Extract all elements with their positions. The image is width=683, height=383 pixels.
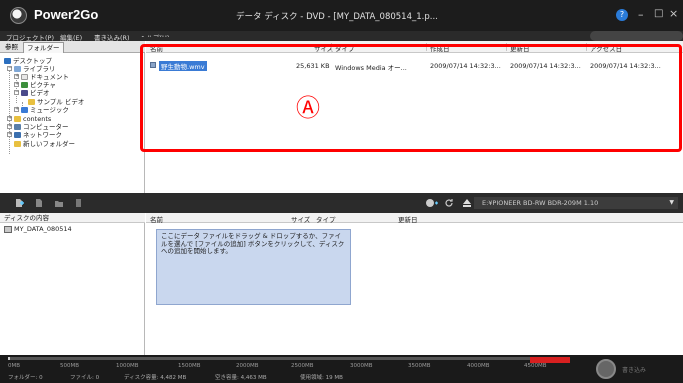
music-icon [21, 107, 28, 113]
menu-bar: プロジェクト(P) 編集(E) 書き込み(R) ヘルプ(H) [0, 31, 683, 42]
documents-icon [21, 74, 28, 80]
desktop-icon [4, 58, 11, 64]
used-space: 使用領域: 19 MB [300, 375, 343, 381]
computer-icon [14, 124, 21, 130]
search-box[interactable] [590, 31, 683, 41]
folder-tree-pane: 参照 フォルダー デスクトップ − ライブラリ + ドキュメント + ピクチャ … [0, 41, 145, 193]
annotation-marker: Ⓐ [296, 96, 320, 122]
column-name[interactable]: 名前 [150, 214, 163, 224]
tick-label: 3500MB [408, 363, 431, 369]
disc-file-list: 名前 サイズ タイプ 更新日 ここにデータ ファイルをドラッグ & ドロップする… [146, 213, 683, 355]
expand-icon[interactable]: + [14, 107, 19, 112]
power2go-window: Power2Go データ ディスク - DVD - [MY_DATA_08051… [0, 0, 683, 383]
refresh-icon[interactable] [444, 198, 454, 208]
burn-label: 書き込み [622, 367, 647, 374]
video-icon [21, 90, 28, 96]
annotation-highlight-box [140, 44, 682, 152]
capacity-bar: 0MB 500MB 1000MB 1500MB 2000MB 2500MB 30… [0, 355, 683, 383]
capacity-used-fill [8, 357, 11, 360]
folder-icon [14, 141, 21, 147]
tick-label: 1500MB [178, 363, 201, 369]
tree-item-library[interactable]: ライブラリ [14, 65, 56, 73]
column-type[interactable]: タイプ [316, 214, 336, 224]
tab-folder[interactable]: フォルダー [23, 42, 64, 53]
tree-item-computer[interactable]: コンピューター [14, 123, 69, 131]
drop-hint[interactable]: ここにデータ ファイルをドラッグ & ドロップするか、ファイルを選んで [ファイ… [156, 229, 351, 305]
disc-contents-pane: ディスクの内容 MY_DATA_080514 [0, 213, 145, 355]
disc-root-item[interactable]: MY_DATA_080514 [4, 225, 72, 233]
capacity-track [8, 357, 570, 360]
tree-item-new-folder[interactable]: 新しいフォルダー [14, 140, 75, 148]
expand-icon[interactable]: + [14, 74, 19, 79]
collapse-icon[interactable]: − [7, 66, 12, 71]
minimize-button[interactable]: – [638, 8, 644, 21]
tab-browse[interactable]: 参照 [2, 42, 21, 53]
tick-label: 1000MB [116, 363, 139, 369]
tick-label: 3000MB [350, 363, 373, 369]
drive-select[interactable]: E:¥PIONEER BD-RW BDR-209M 1.10 ▼ [474, 197, 678, 209]
tick-label: 2500MB [291, 363, 314, 369]
app-name: Power2Go [34, 7, 99, 22]
title-bar: Power2Go データ ディスク - DVD - [MY_DATA_08051… [0, 0, 683, 31]
collapse-icon[interactable]: − [14, 90, 19, 95]
library-icon [14, 66, 21, 72]
folder-count: フォルダー: 0 [8, 375, 43, 381]
free-space: 空き容量: 4,463 MB [215, 375, 267, 381]
column-modified[interactable]: 更新日 [398, 214, 418, 224]
rename-icon[interactable] [74, 198, 84, 208]
column-size[interactable]: サイズ [291, 214, 310, 224]
tick-label: 4000MB [467, 363, 490, 369]
folder-icon [14, 116, 21, 122]
tree-item-documents[interactable]: ドキュメント [21, 73, 69, 81]
tick-label: 2000MB [236, 363, 259, 369]
tree-tabs: 参照 フォルダー [0, 41, 145, 53]
tree-item-network[interactable]: ネットワーク [14, 131, 62, 139]
tree-item-desktop[interactable]: デスクトップ [4, 57, 52, 65]
disc-add-icon[interactable] [424, 198, 438, 208]
tree-item-pictures[interactable]: ピクチャ [21, 81, 56, 89]
remove-file-icon[interactable] [34, 198, 44, 208]
disc-contents-header: ディスクの内容 [0, 213, 145, 223]
pictures-icon [21, 82, 28, 88]
tree-item-contents[interactable]: contents [14, 115, 51, 123]
window-title: データ ディスク - DVD - [MY_DATA_080514_1.p... [236, 12, 438, 22]
disc-list-header: 名前 サイズ タイプ 更新日 [146, 213, 683, 224]
disc-toolbar: E:¥PIONEER BD-RW BDR-209M 1.10 ▼ [0, 193, 683, 213]
eject-icon[interactable] [462, 198, 472, 208]
expand-icon[interactable]: + [7, 116, 12, 121]
tick-label: 4500MB [524, 363, 547, 369]
expand-icon[interactable]: + [7, 124, 12, 129]
network-icon [14, 132, 21, 138]
tree-item-videos[interactable]: ビデオ [21, 89, 50, 97]
close-button[interactable]: × [669, 7, 678, 20]
maximize-button[interactable]: □ [654, 8, 663, 19]
tree-item-sample-videos[interactable]: サンプル ビデオ [28, 98, 84, 106]
menu-help[interactable]: ヘルプ(H) [140, 32, 182, 37]
expand-icon[interactable]: + [7, 132, 12, 137]
folder-icon [28, 99, 35, 105]
help-button[interactable]: ? [616, 9, 628, 21]
file-count: ファイル: 0 [70, 375, 100, 381]
tick-label: 500MB [60, 363, 80, 369]
power2go-logo-icon [10, 7, 27, 24]
tree-item-music[interactable]: ミュージック [21, 106, 69, 114]
disc-icon [4, 225, 12, 233]
new-folder-icon[interactable] [54, 198, 64, 208]
burn-button[interactable] [596, 359, 616, 379]
disc-capacity: ディスク容量: 4,482 MB [124, 375, 187, 381]
tick-label: 0MB [8, 363, 21, 369]
expand-icon[interactable]: + [14, 82, 19, 87]
add-file-icon[interactable] [14, 198, 24, 208]
chevron-down-icon: ▼ [669, 199, 674, 206]
